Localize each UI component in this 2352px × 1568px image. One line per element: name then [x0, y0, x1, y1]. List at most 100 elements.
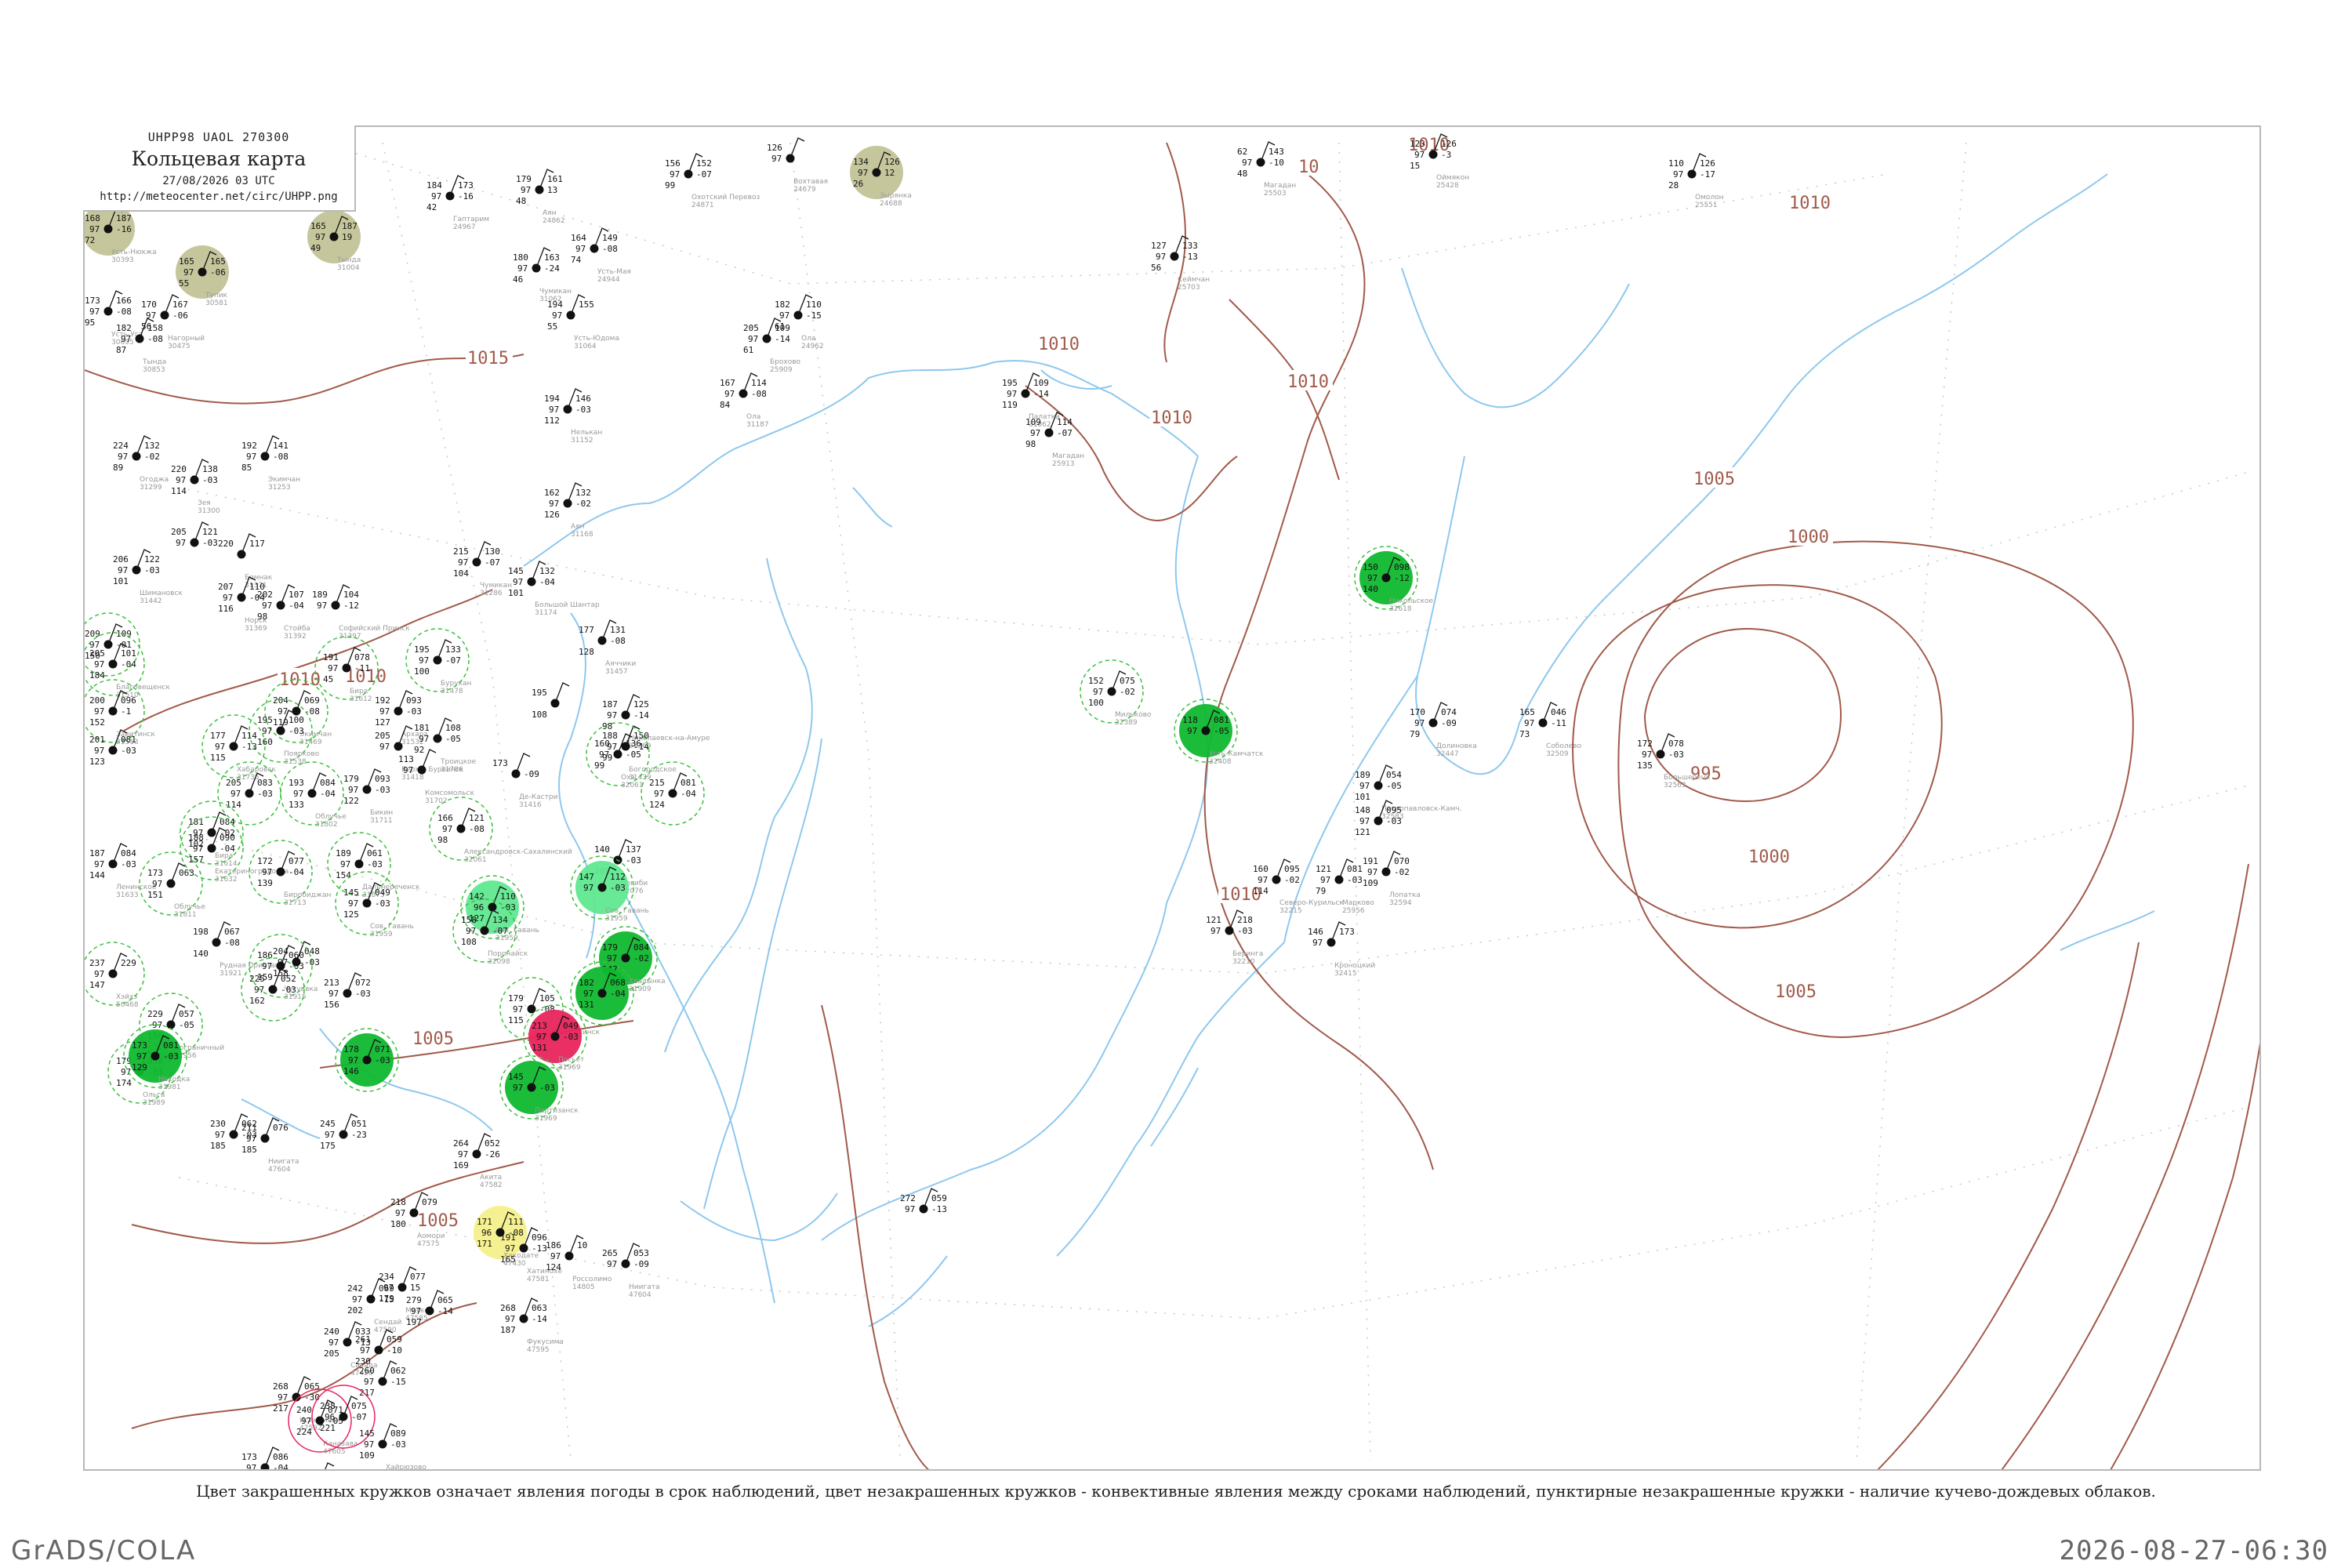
station-marker[interactable]: 27297 059-13: [900, 1188, 947, 1214]
station-marker[interactable]: 22097114 138-03 Зея31300: [171, 459, 220, 515]
station-marker[interactable]: 18997101054-05Петропавловск-Камч.32583: [1355, 764, 1462, 821]
station-marker[interactable]: 15097140 098-12 Никольское32618: [1354, 546, 1434, 613]
station-name: Экимчан: [268, 476, 300, 484]
station-marker[interactable]: 20697101 122-03 Шимановск31442: [113, 549, 183, 605]
station-marker[interactable]: 2059761 109-14 Брохово25909: [743, 318, 801, 374]
station-pressure: 117: [249, 539, 265, 549]
station-marker[interactable]: 2249789 132-02 Огоджа31299: [113, 435, 169, 492]
station-visibility: 97: [94, 969, 104, 979]
station-tendency: -02: [144, 452, 160, 462]
station-marker[interactable]: 27997197 065-14: [406, 1290, 453, 1327]
station-marker[interactable]: 1879798125-14Николаевск-на-Амуре31369: [602, 694, 710, 750]
station-marker[interactable]: 17297139 077-04 Биробиджан31713: [249, 840, 331, 907]
station-marker[interactable]: 17297135 078-03 Большерецк32563: [1637, 733, 1711, 789]
station-marker[interactable]: 23797147 229 Хэйхэ50468: [85, 942, 145, 1009]
station-marker[interactable]: 1809746163-24Чумикан31062: [513, 247, 572, 303]
station-marker[interactable]: 20797116110-04Норск31369: [218, 576, 267, 633]
station-marker[interactable]: 1849742 173-16 Гаптарим24967: [426, 175, 489, 231]
station-marker[interactable]: 21597104 130-07 Чумикан31286: [453, 541, 512, 597]
station-marker[interactable]: 18997154061-03Дальнереченск31873: [327, 832, 420, 899]
station-marker[interactable]: 1669798 121-08 Александровск-Сахалинский32…: [429, 797, 572, 864]
station-marker[interactable]: 14597125 049-03 Сов. Гавань31959: [335, 871, 414, 938]
station-marker[interactable]: 18297131 068-04: [570, 961, 634, 1025]
station-marker[interactable]: 143107064-04Усть-Воямполка32152: [296, 1462, 383, 1471]
station-marker[interactable]: 26097217062-15: [359, 1360, 406, 1398]
station-marker[interactable]: 1109728 126-17 Омолон25551: [1668, 153, 1724, 209]
station-tendency: -04: [273, 1463, 289, 1471]
station-marker[interactable]: 17897146 071-03: [335, 1028, 399, 1092]
station-marker[interactable]: 15297100 075-02 Мильково32389: [1080, 659, 1152, 727]
station-temperature: 173: [147, 868, 163, 878]
station-temperature: 173: [492, 758, 508, 768]
station-marker[interactable]: 1679784 114-08 Ола31187: [720, 372, 769, 429]
station-marker[interactable]: 1929785 141-08 Экимчан31253: [241, 435, 300, 492]
station-visibility: 97: [1187, 726, 1197, 736]
station-visibility: 97: [521, 185, 531, 195]
station-marker[interactable]: 24597175 051-23: [320, 1113, 367, 1151]
station-temperature: 205: [89, 648, 105, 659]
station-marker[interactable]: 14697 173 Кроноцкий32415: [1308, 921, 1375, 978]
station-marker[interactable]: 21197185 076 Ниигата47604: [241, 1117, 299, 1174]
station-marker[interactable]: 1659749 18719 Тында31004: [307, 210, 361, 272]
station-temperature: 189: [336, 848, 351, 858]
station-marker[interactable]: 1349726 12612 Зырянка24688: [850, 146, 912, 208]
station-marker[interactable]: 629748 143-10 Магадан25503: [1237, 141, 1296, 198]
station-marker[interactable]: 18797144084-03Ленинское31633: [89, 843, 157, 899]
station-marker[interactable]: 195 108: [532, 682, 570, 720]
station-index: 31442: [140, 597, 162, 605]
station-temperature: 179: [343, 774, 359, 784]
station-pressure: 067: [224, 927, 240, 937]
station-dewpoint: 125: [343, 909, 359, 920]
station-marker[interactable]: 19397133 084-04 Облучье31802: [280, 761, 347, 829]
station-tendency: -14: [633, 710, 649, 720]
station-visibility: 96: [481, 1228, 492, 1238]
station-marker[interactable]: 11897 081-05 Усть-Камчатск32408: [1174, 699, 1264, 766]
station-marker[interactable]: 1709779 074-09 Долиновка32447: [1410, 702, 1477, 758]
station-pressure: 229: [121, 958, 136, 968]
station-visibility: 97: [549, 405, 559, 415]
station-marker[interactable]: 16297126 132-02 Аян31168: [544, 482, 593, 539]
station-marker[interactable]: 18997104-12Софийский Прииск31397: [312, 584, 410, 641]
station-index: 47595: [527, 1346, 550, 1354]
station-marker[interactable]: 14897121 095-03: [1355, 800, 1402, 837]
station-marker[interactable]: 19597100 133-07 Бурукан31478: [405, 628, 471, 695]
synoptic-map[interactable]: 1015 1010 1010 1010 1010 1010 1010 1010 …: [85, 127, 2261, 1471]
station-name: Тупик: [205, 292, 228, 299]
station-visibility: 97: [583, 883, 593, 893]
station-marker[interactable]: 20197123 081-03: [89, 729, 136, 767]
station-marker[interactable]: 17997122 093-03 Бикин31711: [343, 768, 393, 825]
station-pressure: 143: [1269, 147, 1284, 157]
station-visibility: 97: [176, 538, 186, 548]
station-marker[interactable]: 1799748 16113 Аян24862: [516, 169, 565, 225]
station-marker[interactable]: 14597109089-03Хайрюзово32287: [359, 1423, 426, 1471]
station-marker[interactable]: 17397129 081-03 Находка31981: [123, 1024, 190, 1091]
station-marker[interactable]: 173 -09 Де-Кастри31416: [492, 753, 558, 809]
station-tendency: -03: [375, 1055, 390, 1065]
station-marker[interactable]: 19497112 146-03 Нелькан31152: [544, 388, 602, 445]
station-marker[interactable]: 18697124 10 Россолимо14805: [546, 1235, 612, 1291]
station-marker[interactable]: 1649774 149-08 Усть-Мая24944: [571, 227, 631, 284]
station-pressure: 110: [500, 891, 516, 902]
station-marker[interactable]: 1659773 046-11 Соболево32509: [1519, 702, 1581, 758]
station-marker[interactable]: 12197 218-03 Беринга32210: [1206, 909, 1263, 966]
station-tendency: -15: [806, 310, 822, 321]
station-marker[interactable]: 1949755 155 Усть-Юдома31064: [547, 294, 619, 350]
station-marker[interactable]: 26497169 052-26 Акита47582: [453, 1133, 503, 1189]
station-marker[interactable]: 17397134086-04Ича32411: [241, 1446, 291, 1471]
station-marker[interactable]: 21397156 072-03: [324, 972, 371, 1010]
station-marker[interactable]: 14597101 132-04 Большой Шантар31174: [508, 561, 600, 617]
station-marker[interactable]: 177 128 131-08 Аяччики31457: [579, 619, 636, 676]
station-marker[interactable]: 1739795166-08Усть-Уга30695: [85, 290, 143, 347]
station-marker[interactable]: 1279756 133-13 Сеймчан25703: [1151, 235, 1210, 292]
station-marker[interactable]: 12697 Вохтавая24679: [767, 137, 828, 194]
station-marker[interactable]: 1569799 152-07 Охотский Перевоз24871: [665, 153, 760, 209]
station-marker[interactable]: 26197230059-10: [355, 1329, 402, 1367]
station-visibility: 97: [552, 310, 562, 321]
station-temperature: 164: [571, 233, 586, 243]
station-marker[interactable]: 26897187 063-14 Фукусима47595: [500, 1298, 564, 1354]
station-marker[interactable]: 20597 121-03: [171, 521, 218, 548]
map-url[interactable]: http://meteocenter.net/circ/UHPP.png: [83, 191, 354, 203]
station-visibility: 97: [223, 593, 233, 603]
station-marker[interactable]: 1659755165-06Тупик30581: [176, 245, 229, 307]
station-pressure: 121: [469, 813, 485, 823]
